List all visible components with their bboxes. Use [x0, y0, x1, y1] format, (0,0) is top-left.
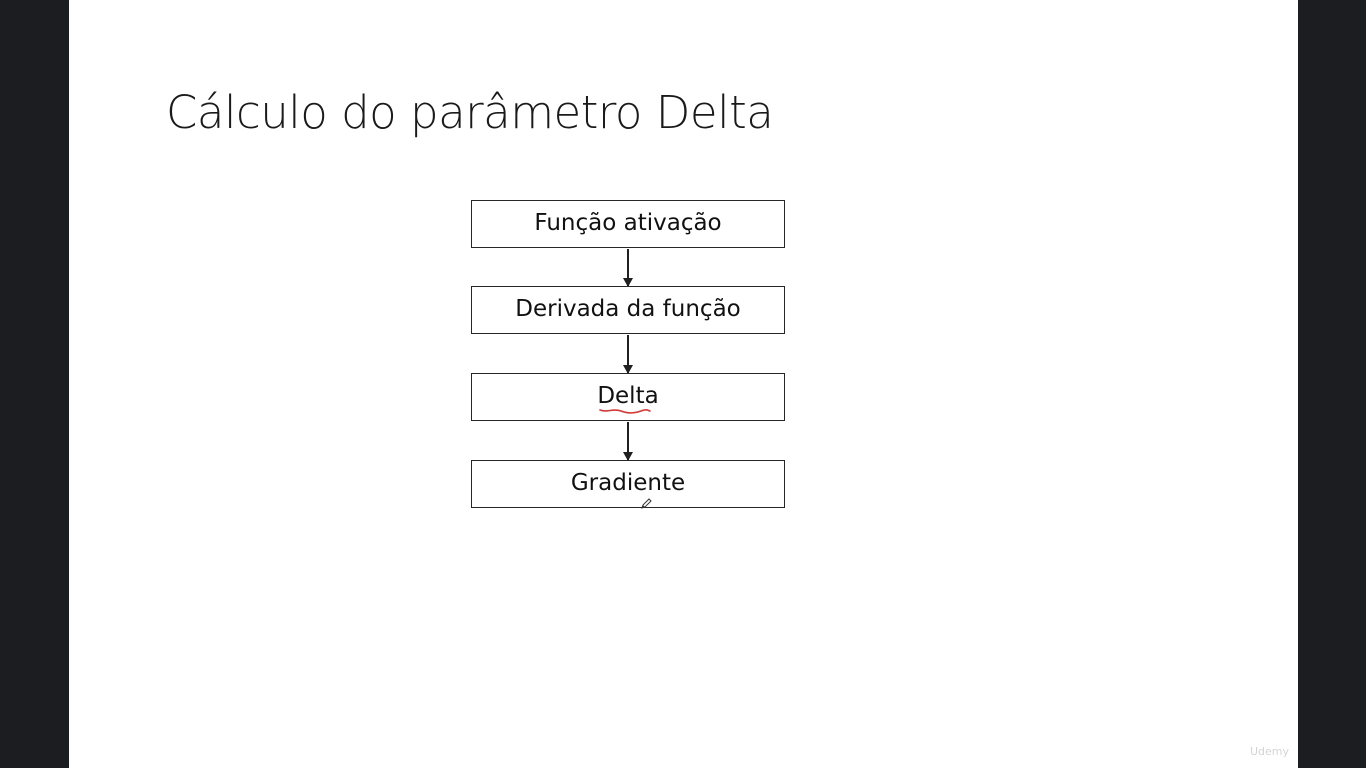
red-underline-annotation: [599, 409, 651, 414]
flow-box-gradient: Gradiente: [471, 460, 785, 508]
video-player-frame: Cálculo do parâmetro Delta Função ativaç…: [0, 0, 1366, 768]
slide-title: Cálculo do parâmetro Delta: [166, 86, 774, 139]
udemy-watermark: Udemy: [1249, 745, 1289, 758]
flow-box-label: Gradiente: [570, 470, 686, 496]
flow-box-label: Delta: [597, 383, 659, 409]
flow-arrow-3: [623, 422, 633, 461]
flow-box-derivative: Derivada da função: [471, 286, 785, 334]
pen-cursor-icon: [641, 498, 652, 509]
flow-box-activation-function: Função ativação: [471, 200, 785, 248]
presentation-slide: Cálculo do parâmetro Delta Função ativaç…: [69, 0, 1298, 768]
flow-arrow-2: [623, 335, 633, 374]
flow-box-label: Derivada da função: [515, 296, 741, 322]
flow-box-label: Função ativação: [534, 210, 722, 236]
flow-arrow-1: [623, 249, 633, 287]
